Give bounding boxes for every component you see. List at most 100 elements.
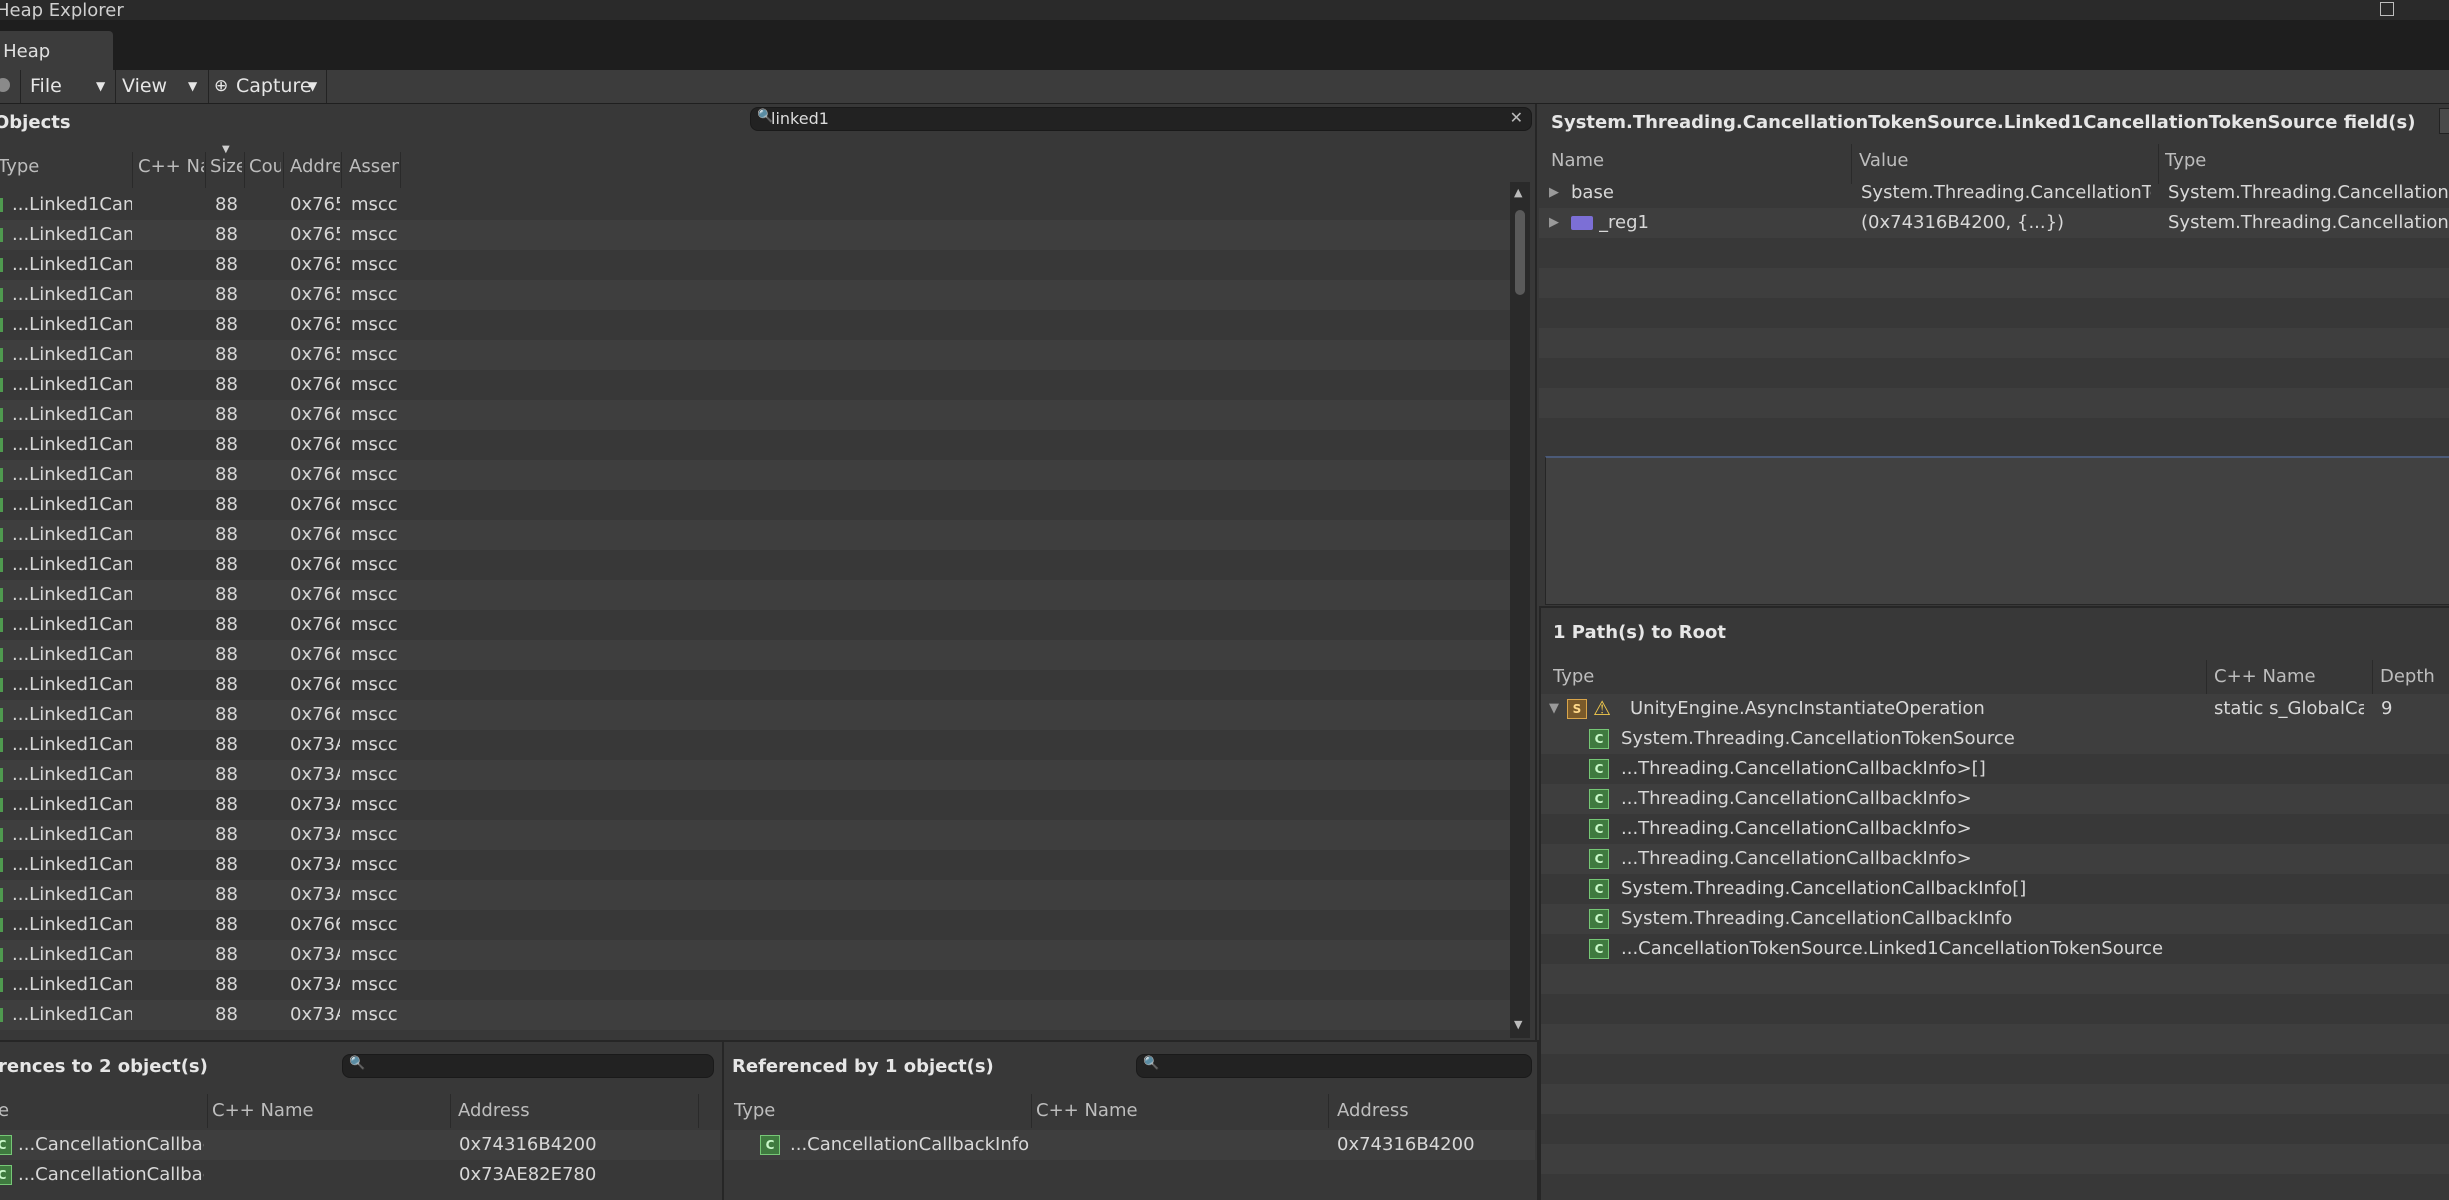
path-type: System.Threading.CancellationCallbackInf…	[1621, 908, 2013, 929]
table-row[interactable]: ▶ _reg1 (0x74316B4200, {...}) System.Thread…	[1539, 208, 2449, 238]
path-row[interactable]: C System.Threading.CancellationCallbackIn…	[1541, 874, 2449, 904]
table-row[interactable]: ...Linked1Canc 88 0x766 mscc	[0, 910, 1510, 940]
table-row[interactable]: ...Linked1Canc 88 0x765 mscc	[0, 190, 1510, 220]
column-header-cpp-name[interactable]: C++ Name	[1036, 1100, 1296, 1121]
object-size: 88	[215, 944, 238, 965]
column-header-type[interactable]: Type	[2165, 150, 2445, 171]
references-search-input[interactable]: 🔍	[342, 1054, 714, 1078]
fields-options-button[interactable]	[2439, 108, 2449, 134]
table-row[interactable]: ...Linked1Canc 88 0x73A mscc	[0, 880, 1510, 910]
referenced-by-search-input[interactable]: 🔍	[1136, 1054, 1532, 1078]
class-icon	[0, 258, 3, 272]
table-row[interactable]: ...Linked1Canc 88 0x73A mscc	[0, 850, 1510, 880]
path-row[interactable]: C ...Threading.CancellationCallbackInfo>	[1541, 784, 2449, 814]
column-header-assembly[interactable]: Assen	[349, 156, 399, 177]
path-row[interactable]: C System.Threading.CancellationTokenSourc…	[1541, 724, 2449, 754]
column-header-address[interactable]: Addre	[290, 156, 340, 177]
referenced-by-table-body: C ...CancellationCallbackInfo 0x74316B4200	[724, 1130, 1535, 1200]
table-row[interactable]: ...Linked1Canc 88 0x766 mscc	[0, 580, 1510, 610]
object-size: 88	[215, 614, 238, 635]
column-header-address[interactable]: Address	[458, 1100, 688, 1121]
class-icon	[0, 978, 3, 992]
table-row[interactable]: ...Linked1Canc 88 0x766 mscc	[0, 550, 1510, 580]
maximize-icon[interactable]	[2380, 2, 2394, 16]
capture-menu[interactable]: ⊕ Capture ▼	[212, 70, 324, 103]
column-header-type[interactable]: Type	[0, 156, 126, 177]
search-icon: 🔍	[349, 1056, 366, 1071]
object-type: ...Linked1Canc	[12, 1030, 132, 1036]
object-address: 0x73A	[290, 944, 340, 965]
table-row[interactable]: ...Linked1Canc 88 0x766 mscc	[0, 490, 1510, 520]
table-row[interactable]: ...Linked1Canc 88 0x765 mscc	[0, 250, 1510, 280]
column-header-type[interactable]: Type	[734, 1100, 994, 1121]
column-header-cpp-name[interactable]: C++ Name	[2214, 666, 2364, 687]
expand-arrow-icon[interactable]: ▶	[1549, 215, 1559, 230]
empty-row	[1539, 298, 2449, 328]
table-row[interactable]: ...Linked1Canc 88 0x766 mscc	[0, 670, 1510, 700]
table-row[interactable]: ...Linked1Canc 88 0x73A mscc	[0, 730, 1510, 760]
table-row[interactable]: ...Linked1Canc 88 0x765 mscc	[0, 280, 1510, 310]
column-header-address[interactable]: Address	[1337, 1100, 1527, 1121]
collapse-arrow-icon[interactable]: ▼	[1549, 701, 1559, 716]
object-size: 88	[215, 284, 238, 305]
table-row[interactable]: ...Linked1Canc 88 0x73A mscc	[0, 940, 1510, 970]
table-row[interactable]: ...Linked1Canc 88 0x766 mscc	[0, 430, 1510, 460]
table-row[interactable]: ...Linked1Canc 88 0x766 mscc	[0, 400, 1510, 430]
column-header-type[interactable]: Type	[1553, 666, 1853, 687]
table-row[interactable]: ...Linked1Canc 88 0x765 mscc	[0, 220, 1510, 250]
column-header-depth[interactable]: Depth	[2380, 666, 2446, 687]
object-type: ...Linked1Canc	[12, 944, 132, 965]
table-row[interactable]: ...Linked1Canc 88 0x766 mscc	[0, 370, 1510, 400]
table-row[interactable]: C ...CancellationCallbac 0x74316B4200	[0, 1130, 720, 1160]
scroll-thumb[interactable]	[1515, 210, 1525, 295]
column-header-type[interactable]: e	[0, 1100, 198, 1121]
object-type: ...Linked1Canc	[12, 884, 132, 905]
column-header-size[interactable]: Size	[210, 156, 242, 177]
object-address: 0x766	[290, 404, 340, 425]
table-row[interactable]: C ...CancellationCallbac 0x73AE82E780	[0, 1160, 720, 1190]
class-icon	[0, 738, 3, 752]
object-type: ...Linked1Canc	[12, 524, 132, 545]
scroll-up-icon[interactable]: ▲	[1514, 186, 1522, 199]
column-header-count[interactable]: Cou	[249, 156, 281, 177]
table-row[interactable]: ...Linked1Canc 88 0x766 mscc	[0, 520, 1510, 550]
table-row[interactable]: ...Linked1Canc 88 0x765 mscc	[0, 340, 1510, 370]
table-row[interactable]: ...Linked1Canc 88 0x766 mscc	[0, 460, 1510, 490]
path-root-row[interactable]: ▼ S ⚠ UnityEngine.AsyncInstantiateOperation…	[1541, 694, 2449, 724]
file-menu[interactable]: File ▼	[30, 70, 110, 103]
empty-row	[1539, 388, 2449, 418]
field-name: base	[1571, 182, 1614, 203]
table-row[interactable]: ▶ base System.Threading.CancellationTol Sys…	[1539, 178, 2449, 208]
column-header-cpp-name[interactable]: C++ Na	[138, 156, 204, 177]
column-header-name[interactable]: Name	[1551, 150, 1831, 171]
table-row[interactable]: ...Linked1Canc 88 0x766 mscc	[0, 700, 1510, 730]
path-row[interactable]: C ...Threading.CancellationCallbackInfo>	[1541, 814, 2449, 844]
static-class-icon: S	[1567, 699, 1587, 719]
clear-search-icon[interactable]: ✕	[1510, 108, 1523, 127]
table-row[interactable]: ...Linked1Canc 88 0x73A mscc	[0, 820, 1510, 850]
column-header-cpp-name[interactable]: C++ Name	[212, 1100, 442, 1121]
column-header-value[interactable]: Value	[1859, 150, 2149, 171]
table-row[interactable]: C ...CancellationCallbackInfo 0x74316B4200	[724, 1130, 1535, 1160]
table-row[interactable]: ...Linked1Canc 88 0x73A mscc	[0, 760, 1510, 790]
scroll-down-icon[interactable]: ▼	[1514, 1018, 1522, 1031]
table-row[interactable]: ...Linked1Canc 88 0x73A mscc	[0, 790, 1510, 820]
path-row[interactable]: C ...Threading.CancellationCallbackInfo>[…	[1541, 754, 2449, 784]
table-row[interactable]: ...Linked1Canc 88 0x765 mscc	[0, 310, 1510, 340]
tab-heap-explorer[interactable]: p Heap Explorer	[0, 31, 113, 104]
objects-search-input[interactable]: 🔍 linked1 ✕	[750, 107, 1532, 131]
view-menu[interactable]: View ▼	[122, 70, 204, 103]
table-row[interactable]: ...Linked1Canc 88 0x73A mscc	[0, 1030, 1510, 1036]
table-row[interactable]: ...Linked1Canc 88 0x73A mscc	[0, 970, 1510, 1000]
path-row[interactable]: C ...Threading.CancellationCallbackInfo>	[1541, 844, 2449, 874]
references-table-body: C ...CancellationCallbac 0x74316B4200 C ...C…	[0, 1130, 720, 1200]
object-type: ...Linked1Canc	[12, 464, 132, 485]
path-row[interactable]: C ...CancellationTokenSource.Linked1Cance…	[1541, 934, 2449, 964]
table-row[interactable]: ...Linked1Canc 88 0x73A mscc	[0, 1000, 1510, 1030]
path-row[interactable]: C System.Threading.CancellationCallbackIn…	[1541, 904, 2449, 934]
expand-arrow-icon[interactable]: ▶	[1549, 185, 1559, 200]
path-type: ...Threading.CancellationCallbackInfo>	[1621, 848, 1972, 869]
table-row[interactable]: ...Linked1Canc 88 0x766 mscc	[0, 640, 1510, 670]
table-row[interactable]: ...Linked1Canc 88 0x766 mscc	[0, 610, 1510, 640]
objects-scrollbar[interactable]: ▲ ▼	[1510, 182, 1530, 1038]
